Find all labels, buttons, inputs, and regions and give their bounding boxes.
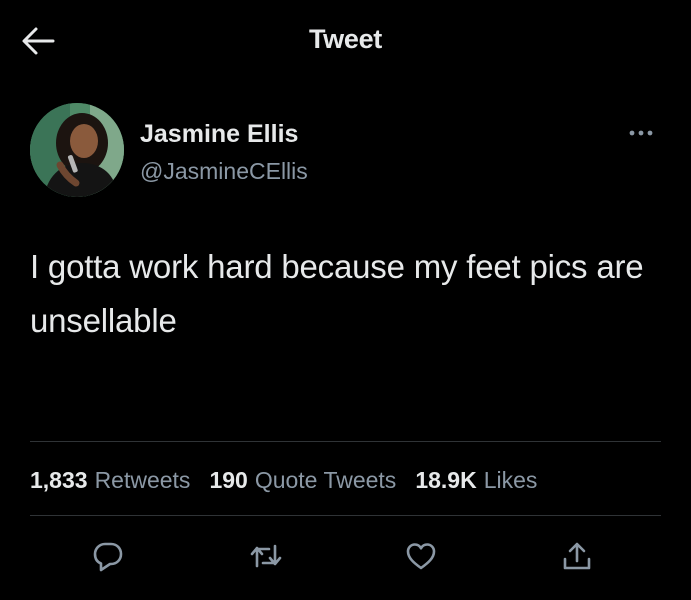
quote-tweets-stat[interactable]: 190 Quote Tweets xyxy=(209,467,396,494)
likes-label: Likes xyxy=(483,466,538,493)
likes-stat[interactable]: 18.9K Likes xyxy=(415,467,537,494)
avatar[interactable] xyxy=(30,103,124,197)
retweets-stat[interactable]: 1,833 Retweets xyxy=(30,467,190,494)
app-header: Tweet xyxy=(0,0,691,82)
tweet-actions xyxy=(0,528,691,584)
divider xyxy=(30,515,661,516)
divider xyxy=(30,441,661,442)
likes-count: 18.9K xyxy=(415,466,477,493)
more-horizontal-icon xyxy=(628,129,654,137)
user-avatar-icon xyxy=(30,103,124,197)
reply-button[interactable] xyxy=(84,528,132,584)
tweet-stats: 1,833 Retweets 190 Quote Tweets 18.9K Li… xyxy=(30,460,556,500)
retweet-button[interactable] xyxy=(242,528,290,584)
share-button[interactable] xyxy=(553,528,601,584)
retweets-label: Retweets xyxy=(94,466,191,493)
quote-tweets-label: Quote Tweets xyxy=(254,466,397,493)
reply-icon xyxy=(92,540,124,572)
like-button[interactable] xyxy=(397,528,445,584)
page-title: Tweet xyxy=(308,24,382,54)
tweet-text: I gotta work hard because my feet pics a… xyxy=(30,248,644,339)
heart-icon xyxy=(405,541,437,571)
quote-tweets-count: 190 xyxy=(209,466,248,493)
share-icon xyxy=(561,540,593,572)
tweet-author: Jasmine Ellis @JasmineCEllis xyxy=(30,103,660,199)
retweets-count: 1,833 xyxy=(30,466,88,493)
retweet-icon xyxy=(249,540,283,572)
author-handle[interactable]: @JasmineCEllis xyxy=(140,158,308,185)
author-display-name[interactable]: Jasmine Ellis xyxy=(140,120,298,149)
more-options-button[interactable] xyxy=(621,121,661,145)
